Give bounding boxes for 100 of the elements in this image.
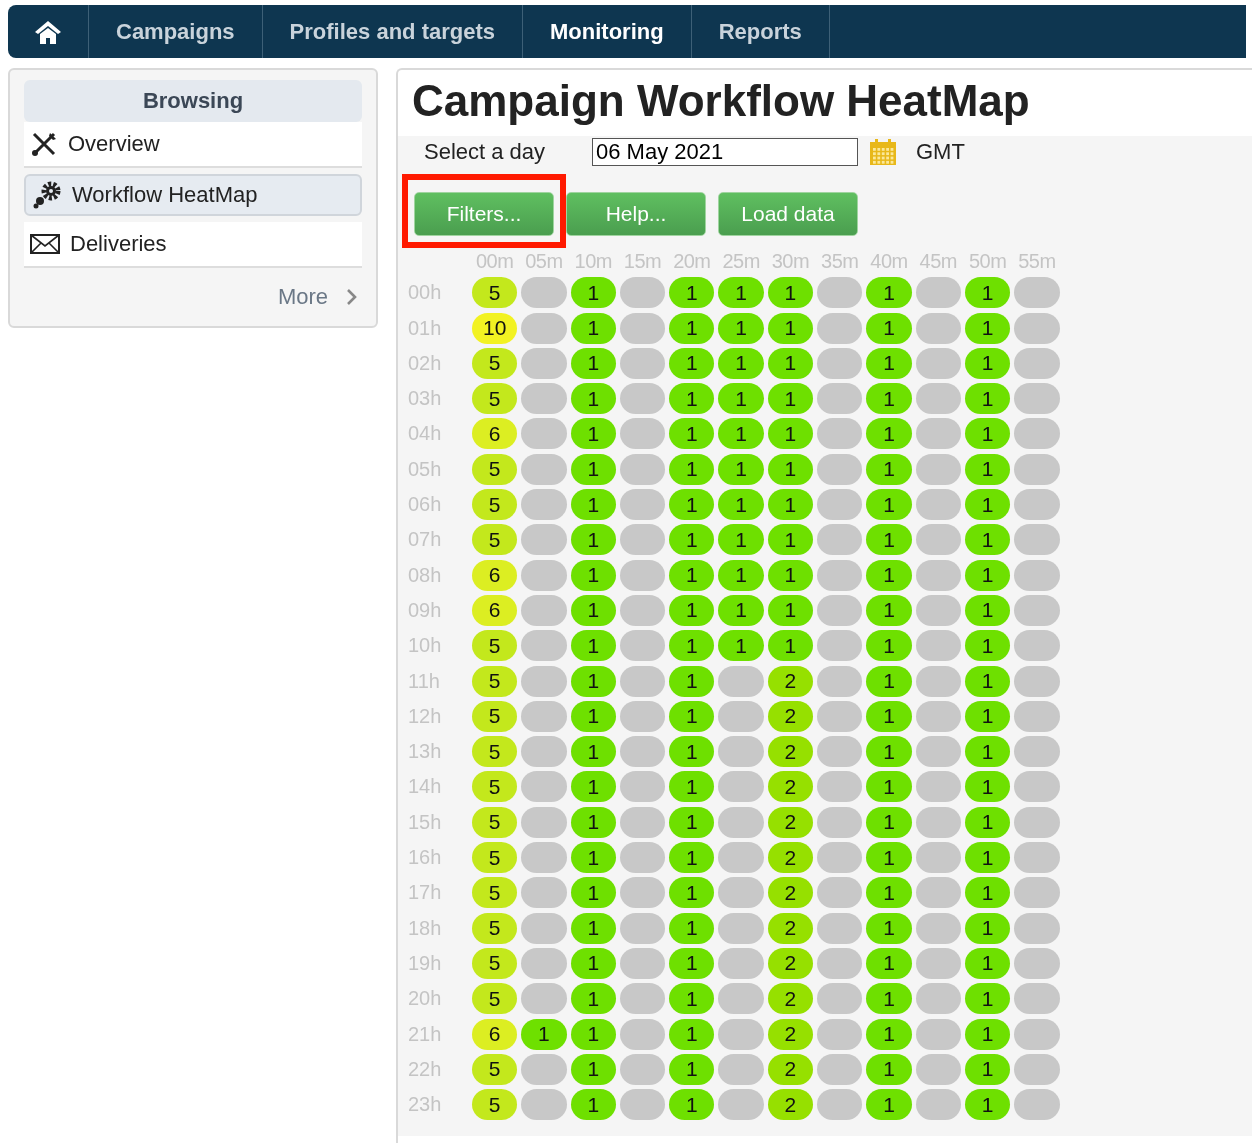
heatmap-cell[interactable]: 1 bbox=[964, 630, 1011, 662]
heatmap-cell[interactable]: 1 bbox=[866, 771, 912, 803]
heatmap-cell[interactable] bbox=[817, 453, 863, 485]
heatmap-cell[interactable]: 1 bbox=[767, 594, 814, 626]
heatmap-cell[interactable] bbox=[718, 700, 764, 732]
heatmap-cell[interactable] bbox=[915, 1053, 961, 1085]
heatmap-cell[interactable]: 1 bbox=[570, 736, 616, 768]
heatmap-cell[interactable]: 1 bbox=[767, 630, 814, 662]
heatmap-cell[interactable]: 1 bbox=[669, 806, 715, 838]
heatmap-cell[interactable] bbox=[915, 383, 961, 415]
heatmap-cell[interactable]: 5 bbox=[472, 700, 518, 732]
heatmap-cell[interactable] bbox=[718, 842, 764, 874]
heatmap-cell[interactable]: 1 bbox=[570, 665, 616, 697]
heatmap-cell[interactable] bbox=[521, 312, 567, 344]
heatmap-cell[interactable] bbox=[619, 665, 666, 697]
heatmap-cell[interactable] bbox=[817, 1053, 863, 1085]
heatmap-cell[interactable]: 1 bbox=[669, 524, 715, 556]
heatmap-cell[interactable]: 1 bbox=[964, 665, 1011, 697]
heatmap-cell[interactable]: 1 bbox=[767, 312, 814, 344]
heatmap-cell[interactable]: 1 bbox=[570, 806, 616, 838]
sidebar-item[interactable]: Deliveries bbox=[24, 221, 362, 268]
heatmap-cell[interactable] bbox=[915, 630, 961, 662]
heatmap-cell[interactable]: 10 bbox=[472, 312, 518, 344]
heatmap-cell[interactable]: 1 bbox=[964, 559, 1011, 591]
heatmap-cell[interactable] bbox=[817, 877, 863, 909]
heatmap-cell[interactable]: 1 bbox=[718, 312, 764, 344]
heatmap-cell[interactable] bbox=[619, 524, 666, 556]
heatmap-cell[interactable]: 1 bbox=[866, 594, 912, 626]
heatmap-cell[interactable] bbox=[1014, 594, 1060, 626]
heatmap-cell[interactable] bbox=[521, 912, 567, 944]
heatmap-cell[interactable]: 1 bbox=[866, 1089, 912, 1121]
heatmap-cell[interactable]: 1 bbox=[866, 877, 912, 909]
heatmap-cell[interactable] bbox=[915, 947, 961, 979]
heatmap-cell[interactable]: 5 bbox=[472, 383, 518, 415]
heatmap-cell[interactable]: 1 bbox=[866, 524, 912, 556]
heatmap-cell[interactable]: 1 bbox=[964, 1053, 1011, 1085]
heatmap-cell[interactable] bbox=[1014, 983, 1060, 1015]
heatmap-cell[interactable]: 1 bbox=[964, 983, 1011, 1015]
heatmap-cell[interactable] bbox=[718, 665, 764, 697]
heatmap-cell[interactable] bbox=[619, 630, 666, 662]
heatmap-cell[interactable]: 2 bbox=[767, 912, 814, 944]
heatmap-cell[interactable]: 5 bbox=[472, 453, 518, 485]
heatmap-cell[interactable]: 1 bbox=[718, 418, 764, 450]
heatmap-cell[interactable]: 5 bbox=[472, 771, 518, 803]
heatmap-cell[interactable] bbox=[619, 736, 666, 768]
heatmap-cell[interactable]: 2 bbox=[767, 771, 814, 803]
heatmap-cell[interactable] bbox=[718, 1018, 764, 1050]
heatmap-cell[interactable]: 1 bbox=[866, 559, 912, 591]
heatmap-cell[interactable] bbox=[619, 1018, 666, 1050]
heatmap-cell[interactable] bbox=[817, 630, 863, 662]
nav-tab[interactable]: Campaigns bbox=[89, 5, 263, 58]
heatmap-cell[interactable]: 1 bbox=[570, 347, 616, 379]
heatmap-cell[interactable] bbox=[521, 347, 567, 379]
heatmap-cell[interactable]: 5 bbox=[472, 877, 518, 909]
heatmap-cell[interactable]: 1 bbox=[718, 347, 764, 379]
heatmap-cell[interactable] bbox=[817, 806, 863, 838]
heatmap-cell[interactable]: 6 bbox=[472, 418, 518, 450]
heatmap-cell[interactable] bbox=[718, 736, 764, 768]
heatmap-cell[interactable] bbox=[521, 877, 567, 909]
heatmap-cell[interactable]: 1 bbox=[866, 383, 912, 415]
heatmap-cell[interactable]: 1 bbox=[570, 312, 616, 344]
heatmap-cell[interactable]: 5 bbox=[472, 983, 518, 1015]
heatmap-cell[interactable] bbox=[1014, 489, 1060, 521]
heatmap-cell[interactable] bbox=[817, 383, 863, 415]
heatmap-cell[interactable]: 1 bbox=[570, 524, 616, 556]
heatmap-cell[interactable]: 1 bbox=[669, 453, 715, 485]
heatmap-cell[interactable] bbox=[915, 524, 961, 556]
heatmap-cell[interactable]: 1 bbox=[964, 489, 1011, 521]
heatmap-cell[interactable]: 1 bbox=[570, 630, 616, 662]
heatmap-cell[interactable]: 1 bbox=[669, 559, 715, 591]
heatmap-cell[interactable]: 1 bbox=[669, 1089, 715, 1121]
heatmap-cell[interactable]: 1 bbox=[718, 630, 764, 662]
heatmap-cell[interactable]: 1 bbox=[718, 453, 764, 485]
heatmap-cell[interactable] bbox=[915, 418, 961, 450]
heatmap-cell[interactable] bbox=[915, 842, 961, 874]
heatmap-cell[interactable] bbox=[915, 1018, 961, 1050]
heatmap-cell[interactable] bbox=[718, 1053, 764, 1085]
heatmap-cell[interactable] bbox=[1014, 1053, 1060, 1085]
heatmap-cell[interactable] bbox=[915, 736, 961, 768]
heatmap-cell[interactable]: 1 bbox=[669, 877, 715, 909]
heatmap-cell[interactable] bbox=[817, 912, 863, 944]
heatmap-cell[interactable] bbox=[1014, 453, 1060, 485]
heatmap-cell[interactable]: 5 bbox=[472, 630, 518, 662]
heatmap-cell[interactable] bbox=[817, 736, 863, 768]
heatmap-cell[interactable]: 1 bbox=[866, 347, 912, 379]
heatmap-cell[interactable] bbox=[619, 1089, 666, 1121]
heatmap-cell[interactable] bbox=[1014, 312, 1060, 344]
heatmap-cell[interactable]: 1 bbox=[866, 277, 912, 309]
heatmap-cell[interactable]: 1 bbox=[669, 771, 715, 803]
heatmap-cell[interactable] bbox=[619, 771, 666, 803]
heatmap-cell[interactable] bbox=[521, 418, 567, 450]
heatmap-cell[interactable]: 1 bbox=[521, 1018, 567, 1050]
heatmap-cell[interactable] bbox=[619, 806, 666, 838]
heatmap-cell[interactable] bbox=[521, 947, 567, 979]
heatmap-cell[interactable]: 1 bbox=[767, 489, 814, 521]
heatmap-cell[interactable]: 1 bbox=[570, 418, 616, 450]
heatmap-cell[interactable]: 1 bbox=[866, 312, 912, 344]
heatmap-cell[interactable] bbox=[1014, 877, 1060, 909]
heatmap-cell[interactable] bbox=[1014, 700, 1060, 732]
heatmap-cell[interactable]: 1 bbox=[964, 347, 1011, 379]
